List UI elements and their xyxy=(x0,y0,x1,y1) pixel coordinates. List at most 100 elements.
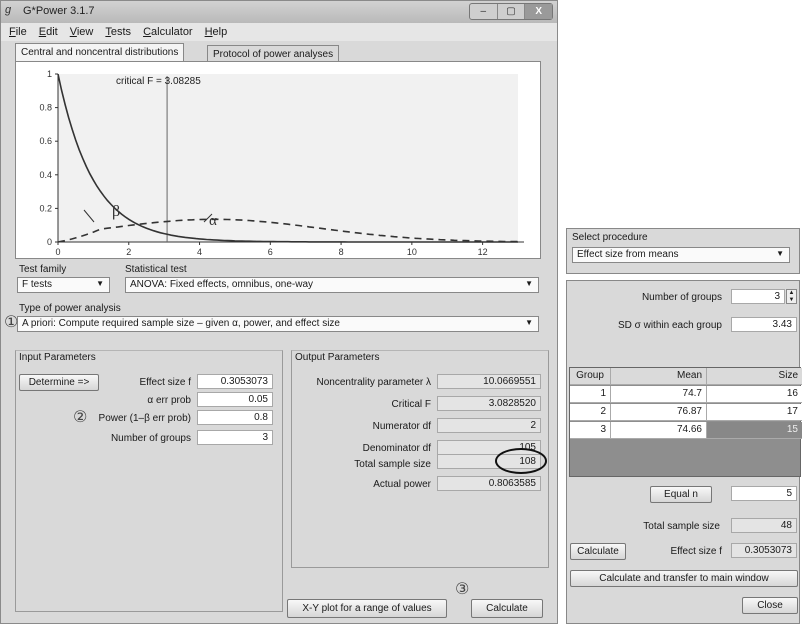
plot-area xyxy=(58,74,518,242)
actual-power-value: 0.8063585 xyxy=(437,476,541,491)
x-tick-label: 0 xyxy=(55,247,60,257)
close-button[interactable]: Close xyxy=(742,597,798,614)
denominator-df-label: Denominator df xyxy=(362,443,431,454)
statistical-test-label: Statistical test xyxy=(125,264,187,275)
mean-cell[interactable]: 74.7 xyxy=(611,386,707,403)
tab-protocol[interactable]: Protocol of power analyses xyxy=(207,45,340,61)
side-number-of-groups-input[interactable]: 3 xyxy=(731,289,785,304)
effect-size-input[interactable]: 0.3053073 xyxy=(197,374,273,389)
alpha-err-prob-input[interactable]: 0.05 xyxy=(197,392,273,407)
critical-f-label: critical F = 3.08285 xyxy=(116,76,201,87)
maximize-button[interactable]: ▢ xyxy=(498,4,526,19)
size-cell[interactable]: 16 xyxy=(707,386,802,403)
statistical-test-value: ANOVA: Fixed effects, omnibus, one-way xyxy=(130,279,314,290)
minimize-button[interactable]: – xyxy=(470,4,498,19)
output-parameters-title: Output Parameters xyxy=(295,352,380,363)
tab-distributions[interactable]: Central and noncentral distributions xyxy=(15,43,185,61)
test-family-label: Test family xyxy=(19,264,67,275)
numerator-df-value: 2 xyxy=(437,418,541,433)
statistical-test-dropdown[interactable]: ANOVA: Fixed effects, omnibus, one-way ▼ xyxy=(125,277,539,293)
x-tick-label: 4 xyxy=(197,247,202,257)
y-tick-label: 0.6 xyxy=(39,136,52,146)
side-total-sample-size-value: 48 xyxy=(731,518,797,533)
x-tick-label: 8 xyxy=(339,247,344,257)
title-bar[interactable]: g G*Power 3.1.7 – ▢ X xyxy=(1,1,557,23)
effect-size-label: Effect size f xyxy=(139,377,191,388)
noncentrality-value: 10.0669551 xyxy=(437,374,541,389)
procedure-dropdown[interactable]: Effect size from means ▼ xyxy=(572,247,790,263)
power-input[interactable]: 0.8 xyxy=(197,410,273,425)
chevron-down-icon: ▼ xyxy=(525,279,533,288)
equal-n-button[interactable]: Equal n xyxy=(650,486,712,503)
xy-plot-button[interactable]: X-Y plot for a range of values xyxy=(287,599,447,618)
mean-cell[interactable]: 76.87 xyxy=(611,404,707,421)
window-title: G*Power 3.1.7 xyxy=(23,5,95,17)
menu-bar: File Edit View Tests Calculator Help xyxy=(1,23,557,41)
groups-spinner[interactable]: ▲ ▼ xyxy=(786,289,797,304)
distribution-plot: 0 2 4 6 8 10 12 0 0.2 0.4 0.6 0.8 1 critical F = 3.… xyxy=(39,69,524,257)
y-tick-label: 1 xyxy=(47,69,52,79)
table-row[interactable]: 3 74.66 15 xyxy=(570,422,802,439)
annotation-marker-2: ② xyxy=(73,409,88,426)
table-row[interactable]: 2 76.87 17 xyxy=(570,404,802,421)
x-ticks: 0 2 4 6 8 10 12 xyxy=(55,242,488,257)
y-ticks: 0 0.2 0.4 0.6 0.8 1 xyxy=(39,69,58,247)
group-cell: 1 xyxy=(570,386,611,403)
alpha-err-prob-label: α err prob xyxy=(147,395,191,406)
y-tick-label: 0.2 xyxy=(39,203,52,213)
sd-within-group-input[interactable]: 3.43 xyxy=(731,317,797,332)
main-window: g G*Power 3.1.7 – ▢ X File Edit View Tes… xyxy=(0,0,558,624)
menu-file[interactable]: File xyxy=(9,26,27,38)
actual-power-label: Actual power xyxy=(373,479,431,490)
header-size: Size xyxy=(707,368,802,385)
noncentrality-label: Noncentrality parameter λ xyxy=(316,377,432,388)
power-analysis-type-value: A priori: Compute required sample size –… xyxy=(22,318,340,329)
size-cell[interactable]: 17 xyxy=(707,404,802,421)
numerator-df-label: Numerator df xyxy=(372,421,431,432)
side-effect-size-value: 0.3053073 xyxy=(731,543,797,558)
group-cell: 3 xyxy=(570,422,611,439)
group-cell: 2 xyxy=(570,404,611,421)
x-tick-label: 10 xyxy=(407,247,417,257)
table-row[interactable]: 1 74.7 16 xyxy=(570,386,802,403)
y-tick-label: 0.8 xyxy=(39,103,52,113)
power-analysis-type-dropdown[interactable]: A priori: Compute required sample size –… xyxy=(17,316,539,332)
table-header-row: Group Mean Size xyxy=(570,368,802,385)
x-tick-label: 12 xyxy=(478,247,488,257)
window-controls: – ▢ X xyxy=(469,3,553,20)
equal-n-input[interactable]: 5 xyxy=(731,486,797,501)
chevron-down-icon: ▼ xyxy=(525,318,533,327)
total-sample-size-label: Total sample size xyxy=(354,459,431,470)
mean-cell[interactable]: 74.66 xyxy=(611,422,707,439)
number-of-groups-label: Number of groups xyxy=(110,433,191,444)
test-family-value: F tests xyxy=(22,279,53,290)
number-of-groups-input[interactable]: 3 xyxy=(197,430,273,445)
side-calculate-button[interactable]: Calculate xyxy=(570,543,626,560)
menu-calculator[interactable]: Calculator xyxy=(143,26,193,38)
x-tick-label: 6 xyxy=(268,247,273,257)
calculate-button[interactable]: Calculate xyxy=(471,599,543,618)
menu-edit[interactable]: Edit xyxy=(39,26,58,38)
side-total-sample-size-label: Total sample size xyxy=(643,521,720,532)
size-cell-selected[interactable]: 15 xyxy=(707,422,802,439)
power-analysis-type-label: Type of power analysis xyxy=(19,303,121,314)
close-window-button[interactable]: X xyxy=(525,4,553,19)
app-icon: g xyxy=(5,4,12,16)
critical-f-value: 3.0828520 xyxy=(437,396,541,411)
beta-label: β xyxy=(112,203,120,220)
menu-tests[interactable]: Tests xyxy=(105,26,131,38)
determine-button[interactable]: Determine => xyxy=(19,374,99,391)
calculate-and-transfer-button[interactable]: Calculate and transfer to main window xyxy=(570,570,798,587)
distribution-plot-panel: 0 2 4 6 8 10 12 0 0.2 0.4 0.6 0.8 1 critical F = 3.… xyxy=(15,61,541,259)
chevron-down-icon: ▼ xyxy=(776,249,784,258)
power-label: Power (1–β err prob) xyxy=(98,413,191,424)
sd-within-group-label: SD σ within each group xyxy=(617,320,722,331)
test-family-dropdown[interactable]: F tests ▼ xyxy=(17,277,110,293)
procedure-value: Effect size from means xyxy=(577,249,679,260)
highlight-circle xyxy=(495,448,547,474)
menu-view[interactable]: View xyxy=(70,26,94,38)
y-tick-label: 0 xyxy=(47,237,52,247)
menu-help[interactable]: Help xyxy=(205,26,228,38)
means-table: Group Mean Size 1 74.7 16 2 76.87 17 3 7… xyxy=(569,367,802,477)
alpha-label: α xyxy=(209,213,217,229)
